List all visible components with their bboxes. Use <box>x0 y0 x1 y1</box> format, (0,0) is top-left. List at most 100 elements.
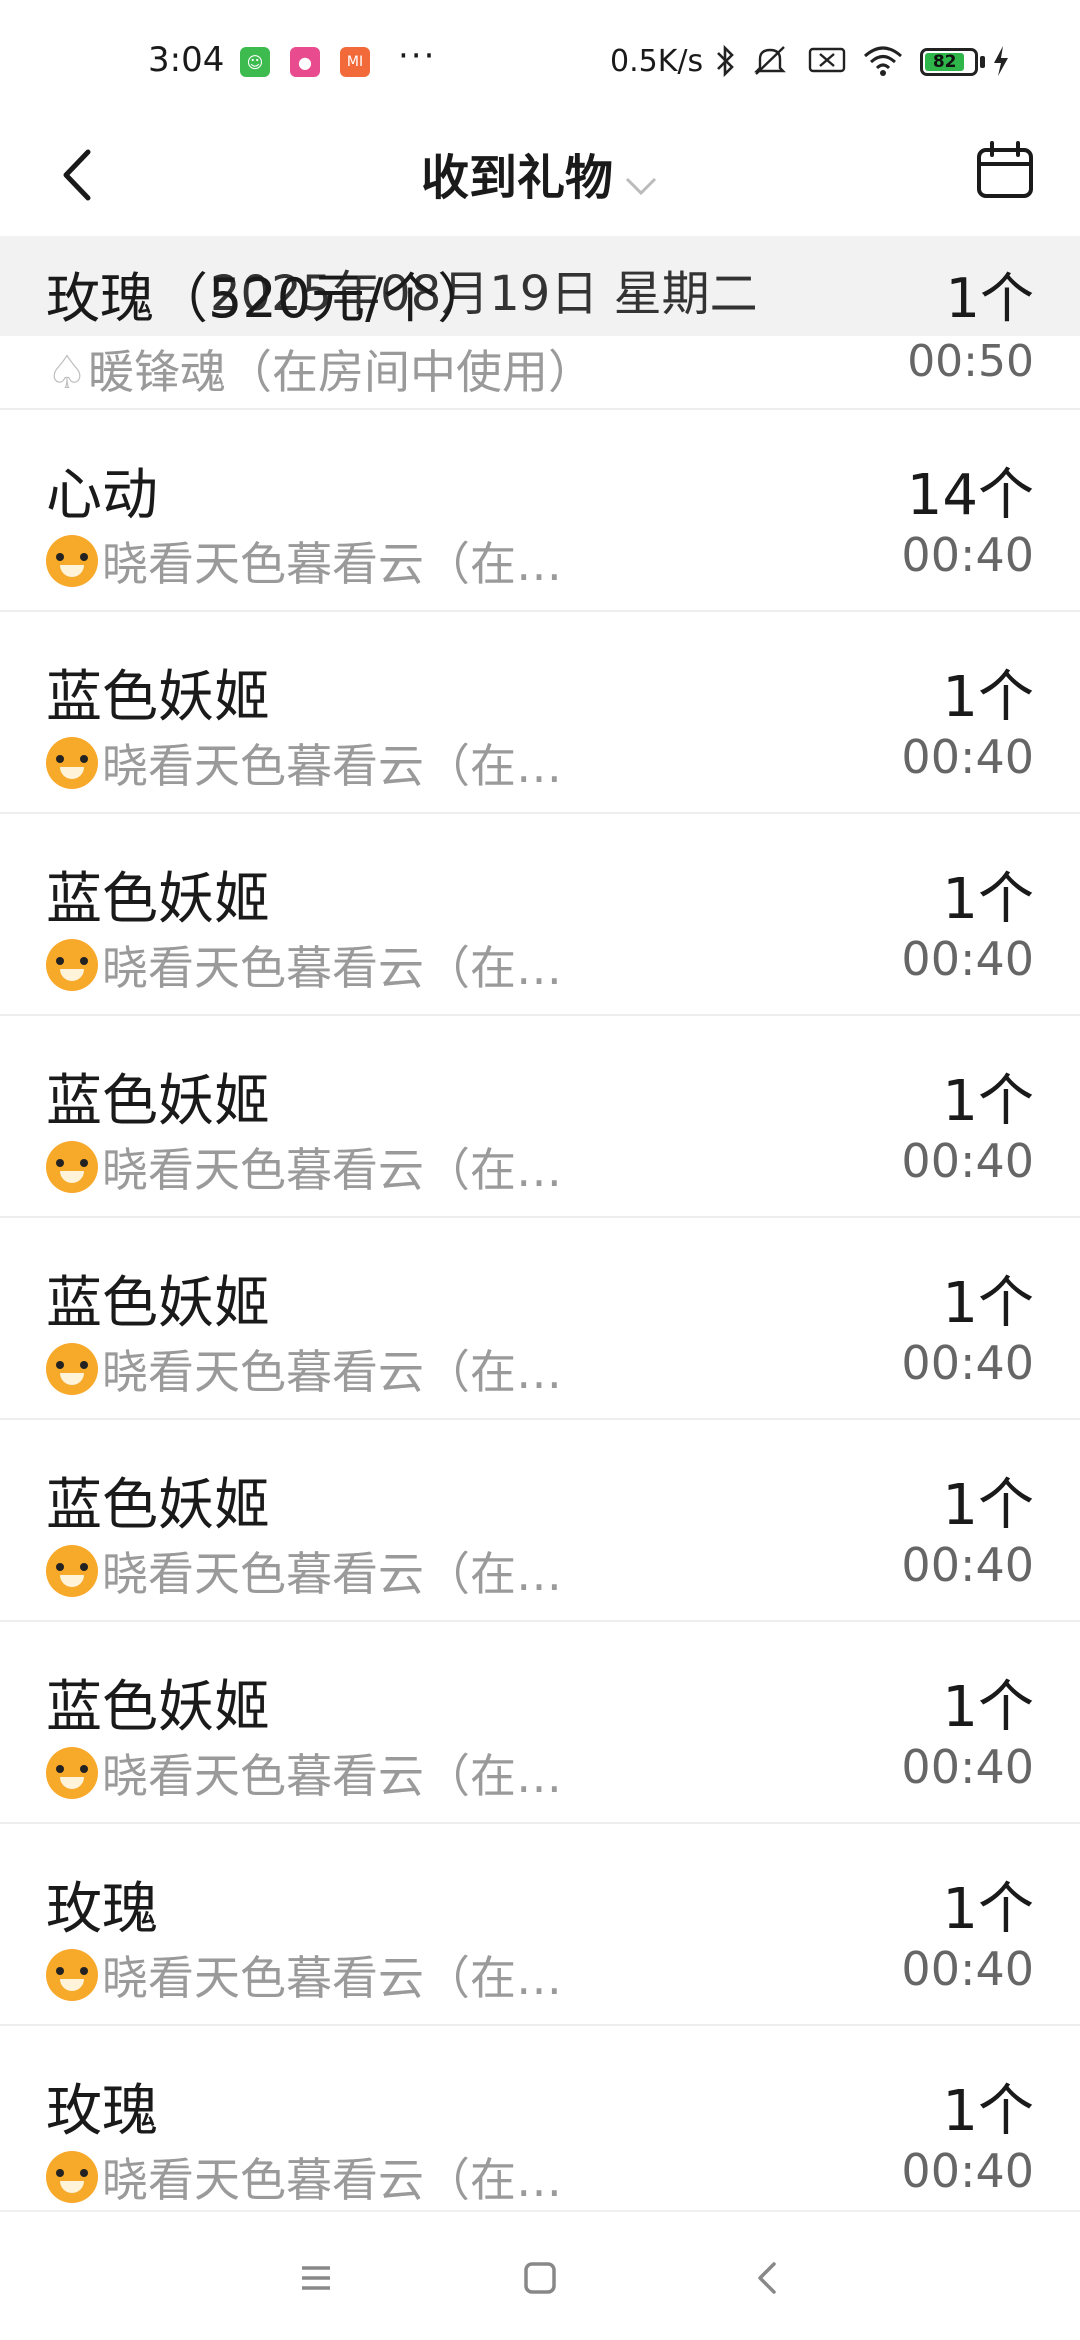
calendar-button[interactable] <box>974 140 1036 202</box>
gift-name: 蓝色妖姬 <box>46 1271 270 1336</box>
app-green-icon: ☺ <box>240 47 270 77</box>
gift-count: 14个 <box>906 463 1034 528</box>
tiger-avatar-icon <box>46 1141 98 1193</box>
tiger-avatar-icon <box>46 535 98 587</box>
gift-time: 00:40 <box>901 1942 1034 1996</box>
gift-time: 00:40 <box>901 1134 1034 1188</box>
system-nav-bar <box>0 2210 1080 2340</box>
status-time: 3:04 <box>148 40 225 80</box>
network-speed: 0.5K/s <box>610 44 704 79</box>
title-dropdown[interactable]: 收到礼物 <box>0 138 1080 209</box>
sender-info: 晓看天色暮看云（在… <box>46 932 562 998</box>
list-item[interactable]: 玫瑰 1个 晓看天色暮看云（在… 00:40 <box>0 1824 1080 2026</box>
charging-icon <box>992 44 1010 85</box>
list-item[interactable]: 蓝色妖姬 1个 晓看天色暮看云（在… 00:40 <box>0 1622 1080 1824</box>
status-bar: 3:04 ☺ ● MI ··· 0.5K/s 82 <box>0 0 1080 120</box>
tiger-avatar-icon <box>46 1343 98 1395</box>
gift-count: 1个 <box>942 1675 1034 1740</box>
no-sim-icon <box>808 44 846 84</box>
gift-name: 蓝色妖姬 <box>46 665 270 730</box>
tiger-avatar-icon <box>46 1545 98 1597</box>
gift-time: 00:40 <box>901 1740 1034 1794</box>
home-nav-button[interactable] <box>510 2248 570 2308</box>
sender-name: 晓看天色暮看云（在… <box>102 1143 562 1197</box>
gift-count: 1个 <box>942 2079 1034 2144</box>
gift-name: 玫瑰 <box>46 2079 158 2144</box>
list-item[interactable]: 蓝色妖姬 1个 晓看天色暮看云（在… 00:40 <box>0 1218 1080 1420</box>
mi-icon: MI <box>340 47 370 77</box>
tiger-avatar-icon <box>46 1747 98 1799</box>
sender-name: 暖锋魂（在房间中使用） <box>88 345 594 399</box>
gift-time: 00:40 <box>901 2144 1034 2198</box>
gift-name: 玫瑰（520元/个） <box>46 267 492 330</box>
gift-time: 00:40 <box>901 1336 1034 1390</box>
gift-name: 蓝色妖姬 <box>46 1473 270 1538</box>
gift-time: 00:40 <box>901 1538 1034 1592</box>
sender-info: 晓看天色暮看云（在… <box>46 1740 562 1806</box>
gift-time: 00:40 <box>901 730 1034 784</box>
sender-info: 晓看天色暮看云（在… <box>46 1336 562 1402</box>
sender-name: 晓看天色暮看云（在… <box>102 2153 562 2207</box>
app-header: 收到礼物 <box>0 120 1080 236</box>
gift-count: 1个 <box>942 1271 1034 1336</box>
gift-name: 心动 <box>46 463 158 528</box>
spade-icon: ♤ <box>46 345 88 399</box>
calendar-icon <box>977 141 1033 198</box>
sender-name: 晓看天色暮看云（在… <box>102 941 562 995</box>
gift-time: 00:40 <box>901 932 1034 986</box>
wifi-icon <box>862 44 904 86</box>
gift-name: 蓝色妖姬 <box>46 1675 270 1740</box>
tiger-avatar-icon <box>46 2151 98 2203</box>
menu-nav-button[interactable] <box>286 2248 346 2308</box>
gift-name: 蓝色妖姬 <box>46 867 270 932</box>
date-sticky-header: 2025年08月19日 星期二 玫瑰（520元/个） 1个 <box>0 236 1080 336</box>
sender-name: 晓看天色暮看云（在… <box>102 739 562 793</box>
back-nav-button[interactable] <box>738 2248 798 2308</box>
tiger-avatar-icon <box>46 1949 98 2001</box>
gift-time: 00:50 <box>907 336 1034 387</box>
tiger-avatar-icon <box>46 939 98 991</box>
bluetooth-icon <box>714 44 738 86</box>
page-title: 收到礼物 <box>420 150 613 206</box>
gift-count: 1个 <box>942 1877 1034 1942</box>
battery-cap <box>980 56 985 68</box>
battery-icon: 82 <box>920 48 978 76</box>
sender-info: 晓看天色暮看云（在… <box>46 1538 562 1604</box>
sender-name: 晓看天色暮看云（在… <box>102 537 562 591</box>
gift-count: 1个 <box>942 867 1034 932</box>
home-square-icon <box>524 2262 556 2294</box>
sender-info: ♤暖锋魂（在房间中使用） <box>46 336 594 402</box>
list-item[interactable]: 蓝色妖姬 1个 晓看天色暮看云（在… 00:40 <box>0 1420 1080 1622</box>
sender-info: 晓看天色暮看云（在… <box>46 528 562 594</box>
sender-info: 晓看天色暮看云（在… <box>46 2144 562 2210</box>
gift-name: 蓝色妖姬 <box>46 1069 270 1134</box>
gift-time: 00:40 <box>901 528 1034 582</box>
tiger-avatar-icon <box>46 737 98 789</box>
gift-count: 1个 <box>942 1069 1034 1134</box>
gift-count: 1个 <box>942 1473 1034 1538</box>
sender-name: 晓看天色暮看云（在… <box>102 1345 562 1399</box>
sender-name: 晓看天色暮看云（在… <box>102 1547 562 1601</box>
sender-name: 晓看天色暮看云（在… <box>102 1749 562 1803</box>
menu-icon <box>302 2266 330 2290</box>
sender-info: 晓看天色暮看云（在… <box>46 1134 562 1200</box>
battery-level: 82 <box>925 52 965 72</box>
gift-name: 玫瑰 <box>46 1877 158 1942</box>
chevron-down-icon <box>623 153 659 209</box>
sender-name: 晓看天色暮看云（在… <box>102 1951 562 2005</box>
list-item[interactable]: 蓝色妖姬 1个 晓看天色暮看云（在… 00:40 <box>0 1016 1080 1218</box>
more-notifications-icon: ··· <box>398 36 437 76</box>
gift-count: 1个 <box>942 665 1034 730</box>
list-item[interactable]: 玫瑰 1个 晓看天色暮看云（在… 00:40 <box>0 2026 1080 2228</box>
back-nav-icon <box>758 2262 776 2294</box>
sender-info: 晓看天色暮看云（在… <box>46 730 562 796</box>
list-item[interactable]: 蓝色妖姬 1个 晓看天色暮看云（在… 00:40 <box>0 612 1080 814</box>
gift-list: 心动 14个 晓看天色暮看云（在… 00:40 蓝色妖姬 1个 晓看天色暮看云（… <box>0 410 1080 2228</box>
sender-info: 晓看天色暮看云（在… <box>46 1942 562 2008</box>
list-item[interactable]: ♤暖锋魂（在房间中使用） 00:50 <box>0 336 1080 410</box>
gift-count: 1个 <box>945 267 1034 330</box>
screen: 3:04 ☺ ● MI ··· 0.5K/s 82 收到礼物 2025年08月1… <box>0 0 1080 2340</box>
app-pink-icon: ● <box>290 47 320 77</box>
list-item[interactable]: 蓝色妖姬 1个 晓看天色暮看云（在… 00:40 <box>0 814 1080 1016</box>
list-item[interactable]: 心动 14个 晓看天色暮看云（在… 00:40 <box>0 410 1080 612</box>
